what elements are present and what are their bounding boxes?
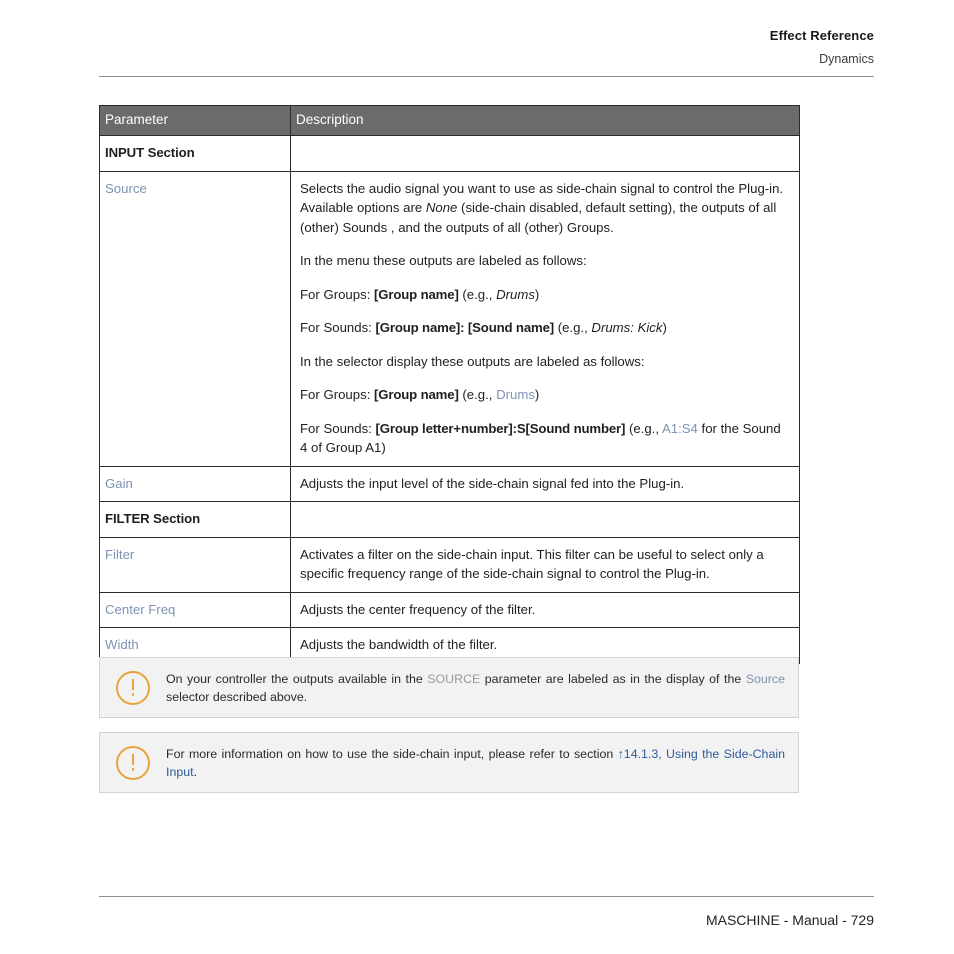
parameter-description-source: Selects the audio signal you want to use… bbox=[290, 170, 800, 467]
note1-text-b: parameter are labeled as in the display … bbox=[480, 672, 746, 686]
table-row: Source Selects the audio signal you want… bbox=[99, 170, 800, 467]
parameter-link-center-freq[interactable]: Center Freq bbox=[105, 602, 175, 617]
table-row: Filter Activates a filter on the side-ch… bbox=[99, 536, 800, 593]
source-p6-link-drums[interactable]: Drums bbox=[496, 387, 535, 402]
parameter-link-width[interactable]: Width bbox=[105, 637, 139, 652]
page-footer: MASCHINE - Manual - 729 bbox=[705, 912, 874, 928]
source-p1-italic: None bbox=[425, 200, 458, 215]
parameter-table: Parameter Description INPUT Section Sour… bbox=[99, 105, 800, 664]
source-p7-a: For Sounds: bbox=[300, 420, 376, 436]
note2-text-c: . bbox=[193, 765, 198, 779]
width-paragraph-1: Adjusts the bandwidth of the filter. bbox=[300, 637, 498, 652]
source-p7-bold: [Group letter+number]:S[Sound number] bbox=[375, 420, 626, 436]
parameter-description-center-freq: Adjusts the center frequency of the filt… bbox=[290, 591, 800, 628]
note1-caps-source: SOURCE bbox=[427, 672, 481, 686]
source-paragraph-6: For Groups: [Group name] (e.g., Drums) bbox=[300, 385, 787, 405]
note2-text-a: For more information on how to use the s… bbox=[166, 747, 618, 761]
table-row: FILTER Section bbox=[99, 501, 800, 538]
note-text-2: For more information on how to use the s… bbox=[166, 744, 785, 781]
header-title: Effect Reference bbox=[769, 28, 874, 43]
gain-paragraph-1: Adjusts the input level of the side-chai… bbox=[300, 475, 685, 491]
column-header-parameter: Parameter bbox=[99, 105, 291, 136]
source-p3-italic: Drums bbox=[496, 286, 535, 302]
note1-text-c: selector described above. bbox=[166, 690, 308, 704]
source-paragraph-5: In the selector display these outputs ar… bbox=[300, 353, 645, 369]
parameter-link-gain[interactable]: Gain bbox=[105, 476, 133, 491]
column-header-description: Description bbox=[290, 105, 800, 136]
exclamation-circle-icon bbox=[116, 671, 150, 705]
header-subtitle: Dynamics bbox=[819, 52, 874, 66]
source-p6-c: ) bbox=[534, 387, 540, 402]
source-p6-b: (e.g., bbox=[458, 387, 497, 402]
note1-text-a: On your controller the outputs available… bbox=[166, 672, 428, 686]
section-description-empty-filter bbox=[290, 501, 800, 538]
source-p4-bold: [Group name]: [Sound name] bbox=[375, 320, 555, 335]
parameter-description-gain: Adjusts the input level of the side-chai… bbox=[290, 465, 800, 502]
source-p7-b: (e.g., bbox=[625, 420, 662, 436]
parameter-name-center-freq: Center Freq bbox=[99, 591, 291, 628]
filter-paragraph-1: Activates a filter on the side-chain inp… bbox=[300, 546, 764, 582]
source-p3-a: For Groups: bbox=[300, 286, 375, 302]
parameter-link-source[interactable]: Source bbox=[105, 181, 147, 196]
document-page: Effect Reference Dynamics Parameter Desc… bbox=[0, 0, 954, 954]
source-p6-a: For Groups: bbox=[300, 387, 375, 402]
table-row: Gain Adjusts the input level of the side… bbox=[99, 465, 800, 502]
source-paragraph-1: Selects the audio signal you want to use… bbox=[300, 179, 787, 238]
section-label-filter: FILTER Section bbox=[99, 501, 291, 538]
parameter-name-source: Source bbox=[99, 170, 291, 467]
source-p4-c: ) bbox=[662, 320, 667, 335]
header-divider bbox=[99, 76, 874, 77]
source-paragraph-3: For Groups: [Group name] (e.g., Drums) bbox=[300, 285, 787, 305]
section-label-input: INPUT Section bbox=[99, 135, 291, 172]
source-p3-bold: [Group name] bbox=[374, 286, 459, 302]
table-header-row: Parameter Description bbox=[99, 105, 800, 136]
note-text-1: On your controller the outputs available… bbox=[166, 669, 785, 706]
note-box-sidechain-reference: For more information on how to use the s… bbox=[99, 732, 799, 793]
source-paragraph-7: For Sounds: [Group letter+number]:S[Soun… bbox=[300, 419, 787, 458]
source-p6-bold: [Group name] bbox=[374, 387, 459, 402]
footer-divider bbox=[99, 896, 874, 897]
running-header: Effect Reference Dynamics bbox=[99, 28, 874, 67]
note1-link-source[interactable]: Source bbox=[746, 672, 785, 686]
parameter-description-filter: Activates a filter on the side-chain inp… bbox=[290, 536, 800, 593]
exclamation-circle-icon bbox=[116, 746, 150, 780]
source-paragraph-2: In the menu these outputs are labeled as… bbox=[300, 253, 587, 268]
source-p3-b: (e.g., bbox=[458, 286, 497, 302]
source-paragraph-4: For Sounds: [Group name]: [Sound name] (… bbox=[300, 318, 787, 338]
note-box-controller-source: On your controller the outputs available… bbox=[99, 657, 799, 718]
table-row: INPUT Section bbox=[99, 135, 800, 172]
section-description-empty bbox=[290, 135, 800, 172]
source-p7-link-a1s4[interactable]: A1:S4 bbox=[662, 421, 698, 436]
source-p3-c: ) bbox=[534, 286, 540, 302]
source-p4-a: For Sounds: bbox=[300, 320, 376, 335]
parameter-link-filter[interactable]: Filter bbox=[105, 547, 134, 562]
center-freq-paragraph-1: Adjusts the center frequency of the filt… bbox=[300, 601, 536, 617]
parameter-name-gain: Gain bbox=[99, 465, 291, 502]
source-p4-italic: Drums: Kick bbox=[591, 320, 663, 335]
parameter-name-filter: Filter bbox=[99, 536, 291, 593]
table-row: Center Freq Adjusts the center frequency… bbox=[99, 591, 800, 628]
source-p4-b: (e.g., bbox=[554, 320, 592, 335]
